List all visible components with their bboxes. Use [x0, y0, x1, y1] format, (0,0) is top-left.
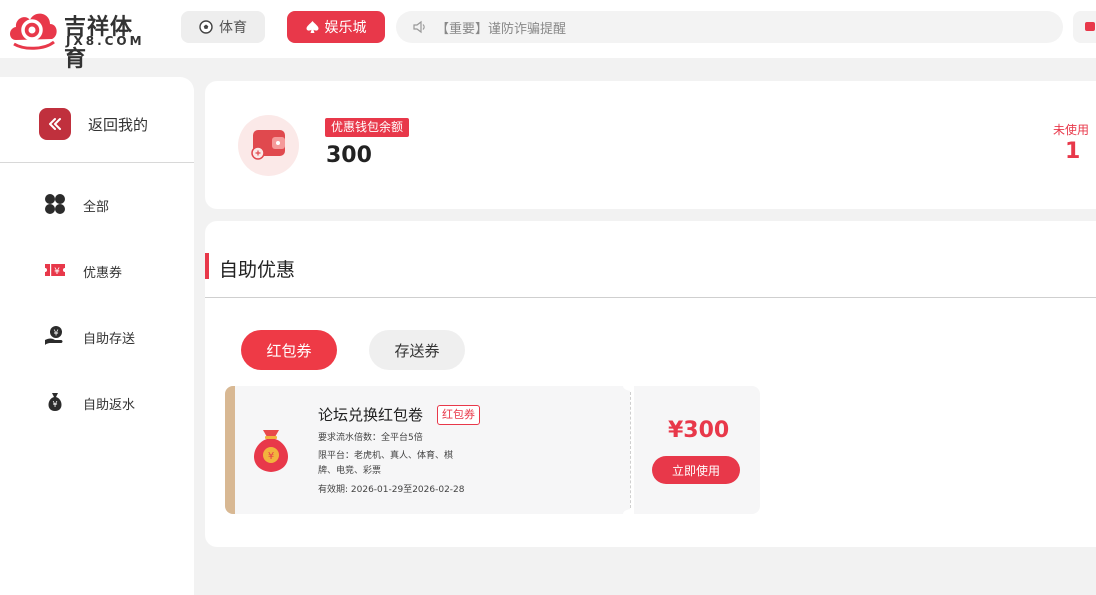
svg-text:¥: ¥ [268, 451, 274, 462]
section-title: 自助优惠 [219, 259, 296, 281]
balance-card: 优惠钱包余额 300 未使用 1 [205, 81, 1096, 209]
top-header: 吉祥体育 JX8.COM 体育 娱乐城 【重要】谨防诈骗提醒 [0, 0, 1096, 72]
logo-domain: JX8.COM [66, 34, 145, 48]
coupon-platforms-line1: 限平台：老虎机、真人、体育、棋 [318, 451, 454, 461]
coupon-validity: 有效期: 2026-01-29至2026-02-28 [318, 485, 465, 495]
sidebar-item-coupons[interactable]: ¥ 优惠券 [0, 250, 194, 290]
cloud-logo-icon [10, 13, 57, 50]
nav-tab-label: 娱乐城 [324, 20, 367, 36]
speaker-icon [413, 20, 425, 34]
sidebar-item-label: 全部 [83, 200, 110, 215]
header-right-button[interactable] [1073, 11, 1096, 43]
sidebar: 返回我的 全部 ¥ 优惠券 ¥ 自助存送 ¥ 自助返水 [0, 77, 194, 595]
balance-value: 300 [326, 143, 372, 168]
nav-tab-casino[interactable]: 娱乐城 [287, 11, 385, 43]
section-accent-bar [205, 253, 209, 279]
tab-red-packet[interactable]: 红包券 [241, 330, 337, 370]
coupon-type-badge: 红包券 [437, 405, 480, 425]
coupon-strip [225, 386, 235, 514]
notice-bar[interactable]: 【重要】谨防诈骗提醒 [396, 11, 1063, 43]
coupon-ticket-icon: ¥ [45, 264, 65, 277]
sidebar-item-all[interactable]: 全部 [0, 184, 194, 224]
unused-label: 未使用 [1053, 123, 1090, 137]
back-label: 返回我的 [88, 116, 149, 134]
coupon-amount: ¥300 [668, 418, 730, 443]
hand-coin-icon: ¥ [45, 326, 63, 345]
coupon-title: 论坛兑换红包卷 [318, 406, 424, 424]
sidebar-item-label: 优惠券 [83, 266, 123, 281]
sidebar-item-deposit-bonus[interactable]: ¥ 自助存送 [0, 316, 194, 356]
sidebar-item-label: 自助存送 [83, 332, 136, 347]
svg-text:¥: ¥ [52, 400, 57, 409]
self-service-section: 自助优惠 红包券 存送券 ¥ 论坛兑换红包卷 红包券 要求流水倍数：全平台5倍 … [205, 221, 1096, 547]
coupon-turnover: 要求流水倍数：全平台5倍 [318, 433, 423, 443]
nav-tab-label: 体育 [219, 20, 247, 36]
coupon-body: ¥ 论坛兑换红包卷 红包券 要求流水倍数：全平台5倍 限平台：老虎机、真人、体育… [225, 386, 630, 514]
site-logo[interactable]: 吉祥体育 JX8.COM [8, 6, 148, 72]
spade-icon [306, 21, 318, 33]
red-envelope-bag-icon: ¥ [254, 430, 288, 472]
coupon-platforms-line2: 牌、电竞、彩票 [318, 466, 382, 476]
notice-text: 【重要】谨防诈骗提醒 [436, 21, 567, 37]
back-to-mine[interactable]: 返回我的 [0, 77, 194, 163]
wallet-avatar [238, 115, 299, 176]
section-divider [205, 297, 1096, 298]
sidebar-item-rebate[interactable]: ¥ 自助返水 [0, 382, 194, 422]
tab-deposit-bonus[interactable]: 存送券 [369, 330, 465, 370]
four-petal-icon [45, 194, 65, 214]
coupon-action-area [634, 386, 760, 514]
soccer-ball-icon [199, 20, 213, 34]
use-now-button[interactable]: 立即使用 [652, 456, 740, 484]
balance-tag: 优惠钱包余额 [325, 118, 410, 137]
nav-tab-sports[interactable]: 体育 [181, 11, 265, 43]
money-bag-icon: ¥ [48, 393, 62, 411]
wallet-icon [1085, 22, 1095, 31]
svg-text:¥: ¥ [54, 267, 60, 277]
coupon-dashed-divider [630, 392, 631, 508]
unused-count[interactable]: 1 [1065, 139, 1080, 164]
wallet-icon [251, 130, 285, 160]
svg-text:¥: ¥ [53, 329, 58, 338]
sidebar-item-label: 自助返水 [83, 398, 136, 413]
coupon-card: ¥ 论坛兑换红包卷 红包券 要求流水倍数：全平台5倍 限平台：老虎机、真人、体育… [225, 381, 760, 519]
double-chevron-left-icon[interactable] [39, 108, 71, 140]
